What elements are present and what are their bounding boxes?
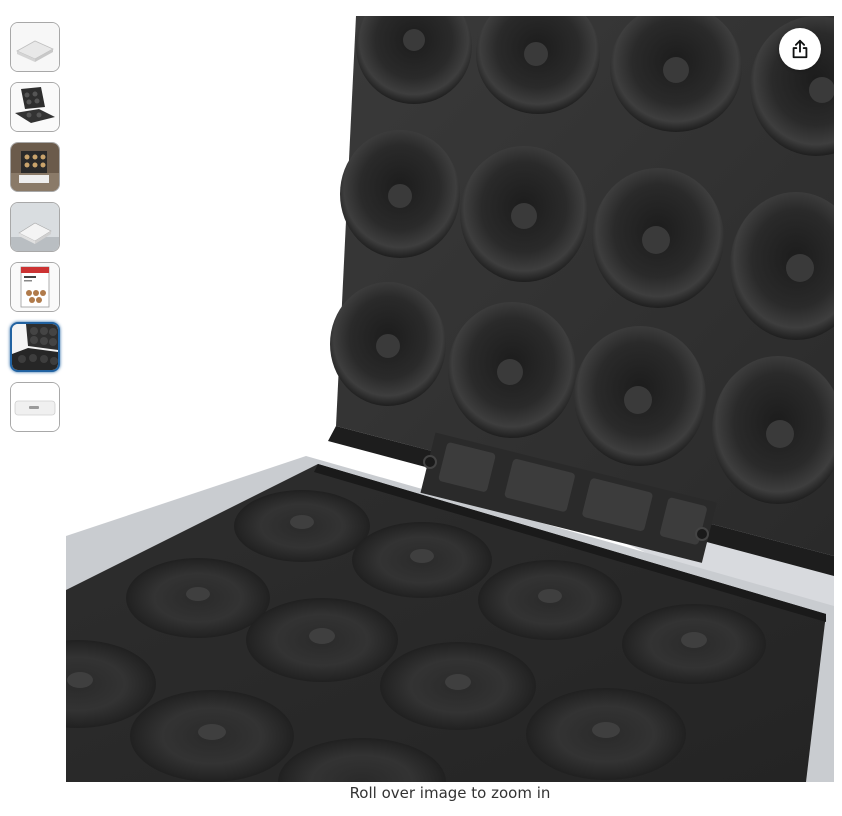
- zoom-hint-caption: Roll over image to zoom in: [349, 784, 551, 802]
- thumbnail-lifestyle-photo[interactable]: [10, 142, 60, 192]
- thumbnail-open-maker[interactable]: [10, 82, 60, 132]
- thumbnail-white-maker-angle[interactable]: [10, 202, 60, 252]
- share-icon: [792, 39, 808, 59]
- side-view-thumbnail-icon: [11, 383, 59, 431]
- packaging-box-thumbnail-icon: [11, 263, 59, 311]
- donut-maker-open-plates-image: [66, 16, 834, 782]
- white-maker-angle-thumbnail-icon: [11, 203, 59, 251]
- open-maker-thumbnail-icon: [11, 83, 59, 131]
- thumbnail-closed-white-maker[interactable]: [10, 22, 60, 72]
- lifestyle-photo-thumbnail-icon: [11, 143, 59, 191]
- share-button[interactable]: [779, 28, 821, 70]
- thumbnail-packaging-box[interactable]: [10, 262, 60, 312]
- thumbnail-side-view[interactable]: [10, 382, 60, 432]
- thumbnail-donut-plates-closeup[interactable]: [10, 322, 60, 372]
- donut-plates-closeup-thumbnail-icon: [12, 324, 58, 370]
- main-product-image[interactable]: [66, 16, 834, 782]
- closed-white-maker-thumbnail-icon: [11, 23, 59, 71]
